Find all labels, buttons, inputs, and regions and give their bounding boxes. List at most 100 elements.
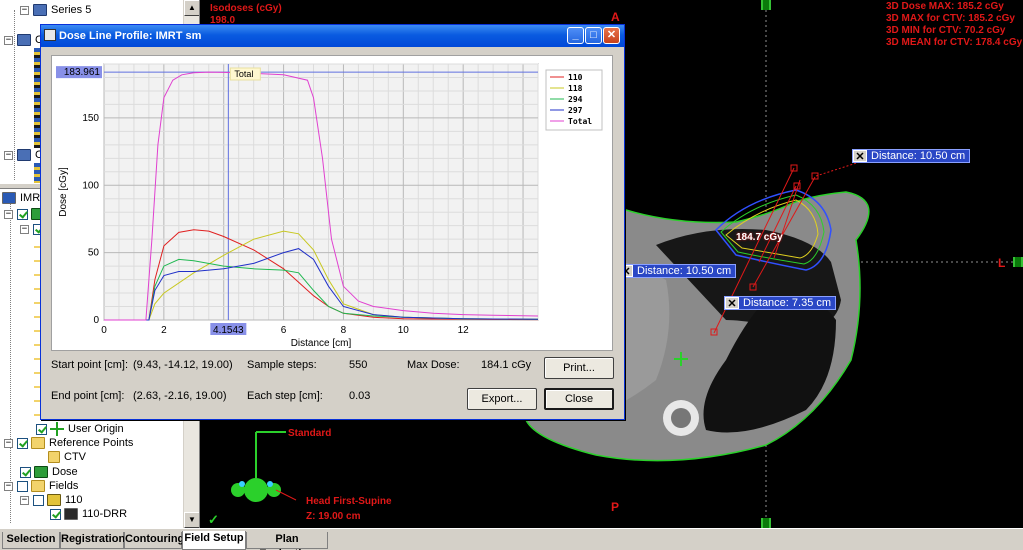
ruler-marker-right bbox=[1013, 257, 1023, 267]
tree-item-c2[interactable]: − C bbox=[4, 148, 43, 162]
x-axis-label: Distance [cm] bbox=[291, 338, 352, 349]
visibility-checkbox[interactable] bbox=[17, 480, 28, 492]
stat-3d-dose-max: 3D Dose MAX: 185.2 cGy bbox=[886, 1, 1004, 12]
print-button[interactable]: Print... bbox=[544, 357, 614, 379]
tree-item-c1[interactable]: − C bbox=[4, 33, 43, 47]
x-tick-label: 0 bbox=[101, 325, 107, 336]
tree-item-label: Series 5 bbox=[51, 4, 92, 16]
series-icon bbox=[17, 34, 31, 46]
close-measure-icon[interactable]: ✕ bbox=[853, 150, 867, 163]
visibility-checkbox[interactable] bbox=[33, 494, 44, 506]
collapse-icon[interactable]: − bbox=[20, 5, 29, 15]
sample-steps-label: Sample steps: bbox=[247, 359, 317, 371]
crosshair-icon bbox=[50, 422, 64, 436]
export-button[interactable]: Export... bbox=[467, 388, 537, 410]
collapse-icon[interactable]: − bbox=[4, 35, 13, 45]
cursor-x-value: 4.1543 bbox=[213, 325, 244, 336]
tab-contouring[interactable]: Contouring bbox=[124, 532, 184, 549]
max-dose-value: 184.1 cGy bbox=[481, 359, 532, 371]
field-icon bbox=[47, 494, 61, 506]
tree-item-field-110[interactable]: − 110 bbox=[20, 493, 83, 507]
dose-line-profile-dialog[interactable]: Dose Line Profile: IMRT sm _ □ ✕ 0246810… bbox=[40, 24, 625, 420]
checkmark-icon: ✓ bbox=[208, 512, 219, 527]
tree-item-reference-points[interactable]: − Reference Points bbox=[4, 436, 133, 450]
orientation-left: L bbox=[998, 256, 1006, 270]
distance-measure-label: Distance: 10.50 cm bbox=[637, 265, 732, 277]
tab-field-setup[interactable]: Field Setup bbox=[182, 531, 246, 550]
plan-icon bbox=[2, 192, 16, 204]
tree-item-ctv[interactable]: CTV bbox=[48, 450, 86, 464]
x-tick-label: 2 bbox=[161, 325, 167, 336]
legend-entry: Total bbox=[568, 117, 592, 126]
tree-item-fields[interactable]: − Fields bbox=[4, 479, 78, 493]
x-tick-label: 10 bbox=[398, 325, 410, 336]
tree-item-user-origin[interactable]: User Origin bbox=[36, 422, 124, 436]
end-point-value: (2.63, -2.16, 19.00) bbox=[133, 390, 227, 402]
visibility-checkbox[interactable] bbox=[17, 208, 28, 220]
visibility-checkbox[interactable] bbox=[50, 508, 61, 520]
collapse-icon[interactable]: − bbox=[20, 224, 29, 234]
tree-item-110-drr[interactable]: 110-DRR bbox=[50, 507, 127, 521]
visibility-checkbox[interactable] bbox=[20, 466, 31, 478]
ruler-marker-top bbox=[761, 0, 771, 10]
distance-measure-1[interactable]: ✕ Distance: 10.50 cm bbox=[852, 149, 971, 163]
collapse-icon[interactable]: − bbox=[4, 150, 13, 160]
scroll-up-arrow-icon[interactable]: ▲ bbox=[184, 0, 199, 16]
tree-item-label: 110 bbox=[65, 494, 83, 506]
total-annotation: Total bbox=[234, 69, 253, 79]
y-tick-label: 100 bbox=[82, 180, 99, 191]
visibility-checkbox[interactable] bbox=[17, 437, 28, 449]
dose-profile-chart[interactable]: 024681012050100150Distance [cm]Dose [cGy… bbox=[51, 55, 613, 351]
tree-item-label: Fields bbox=[49, 480, 79, 492]
each-step-value: 0.03 bbox=[349, 390, 371, 402]
workflow-tab-bar: Selection Registration Contouring Field … bbox=[0, 528, 1023, 550]
orientation-anterior: A bbox=[611, 10, 620, 24]
close-measure-icon[interactable]: ✕ bbox=[725, 297, 739, 310]
legend-entry: 118 bbox=[568, 84, 583, 93]
tree-item-label: Reference Points bbox=[49, 437, 134, 449]
dialog-titlebar[interactable]: Dose Line Profile: IMRT sm _ □ ✕ bbox=[41, 25, 624, 47]
close-window-button[interactable]: ✕ bbox=[603, 27, 620, 44]
distance-measure-label: Distance: 10.50 cm bbox=[871, 150, 966, 162]
visibility-checkbox[interactable] bbox=[36, 423, 47, 435]
series-icon bbox=[17, 149, 31, 161]
z-position-label: Z: 19.00 cm bbox=[306, 511, 361, 522]
distance-measure-label: Distance: 7.35 cm bbox=[743, 297, 832, 309]
x-tick-label: 12 bbox=[458, 325, 470, 336]
stat-3d-max-ctv: 3D MAX for CTV: 185.2 cGy bbox=[886, 13, 1015, 24]
stat-3d-mean-ctv: 3D MEAN for CTV: 178.4 cGy bbox=[886, 37, 1023, 48]
max-dose-label: Max Dose: bbox=[407, 359, 460, 371]
end-point-label: End point [cm]: bbox=[51, 390, 125, 402]
scroll-down-arrow-icon[interactable]: ▼ bbox=[184, 512, 199, 528]
tab-registration[interactable]: Registration bbox=[60, 532, 125, 549]
tab-plan-evaluation[interactable]: Plan Evaluation bbox=[246, 532, 328, 550]
tree-item-label: CTV bbox=[64, 451, 86, 463]
minimize-button[interactable]: _ bbox=[567, 27, 584, 44]
reference-point-icon bbox=[48, 451, 60, 463]
x-tick-label: 6 bbox=[281, 325, 287, 336]
sample-steps-value: 550 bbox=[349, 359, 368, 371]
legend-entry: 297 bbox=[568, 106, 583, 115]
each-step-label: Each step [cm]: bbox=[247, 390, 323, 402]
tree-item-label: 110-DRR bbox=[82, 508, 128, 520]
collapse-icon[interactable]: − bbox=[4, 438, 13, 448]
tab-selection[interactable]: Selection bbox=[2, 532, 60, 549]
collapse-icon[interactable]: − bbox=[20, 495, 29, 505]
collapse-icon[interactable]: − bbox=[4, 209, 13, 219]
tree-item-series-5[interactable]: − Series 5 bbox=[20, 3, 91, 17]
collapse-icon[interactable]: − bbox=[4, 481, 13, 491]
close-button[interactable]: Close bbox=[544, 388, 614, 410]
tree-item-dose[interactable]: Dose bbox=[20, 465, 78, 479]
y-tick-label: 0 bbox=[93, 315, 99, 326]
distance-measure-2[interactable]: ✕ Distance: 10.50 cm bbox=[618, 264, 737, 278]
dialog-title: Dose Line Profile: IMRT sm bbox=[59, 30, 202, 42]
legend-entry: 110 bbox=[568, 73, 583, 82]
dose-icon bbox=[34, 466, 48, 478]
chart-svg[interactable]: 024681012050100150Distance [cm]Dose [cGy… bbox=[52, 56, 612, 350]
tree-item-label: User Origin bbox=[68, 423, 124, 435]
isodoses-title: Isodoses (cGy) bbox=[210, 3, 282, 14]
start-point-label: Start point [cm]: bbox=[51, 359, 129, 371]
distance-measure-3[interactable]: ✕ Distance: 7.35 cm bbox=[724, 296, 837, 310]
folder-icon bbox=[31, 480, 45, 492]
maximize-button[interactable]: □ bbox=[585, 27, 602, 44]
